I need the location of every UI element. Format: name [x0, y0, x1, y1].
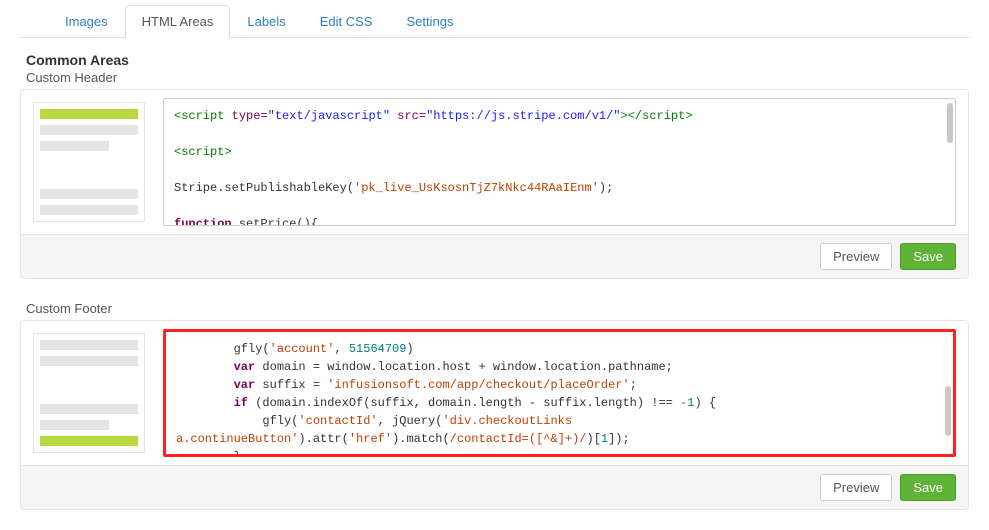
custom-footer-code[interactable]: gfly('account', 51564709) var domain = w…	[163, 329, 956, 457]
preview-button[interactable]: Preview	[820, 243, 892, 270]
save-button[interactable]: Save	[900, 474, 956, 501]
scrollbar[interactable]	[945, 386, 951, 436]
header-thumbnail	[33, 98, 145, 226]
section-title: Common Areas	[20, 52, 969, 68]
footer-thumbnail	[33, 329, 145, 457]
custom-footer-label: Custom Footer	[20, 301, 969, 316]
tab-images[interactable]: Images	[48, 5, 125, 38]
custom-header-label: Custom Header	[20, 70, 969, 85]
custom-header-panel: <script type="text/javascript" src="http…	[20, 89, 969, 279]
preview-button[interactable]: Preview	[820, 474, 892, 501]
custom-header-code[interactable]: <script type="text/javascript" src="http…	[163, 98, 956, 226]
tab-html-areas[interactable]: HTML Areas	[125, 5, 231, 38]
tab-settings[interactable]: Settings	[389, 5, 470, 38]
tab-edit-css[interactable]: Edit CSS	[303, 5, 390, 38]
custom-footer-panel: gfly('account', 51564709) var domain = w…	[20, 320, 969, 510]
tab-bar: Images HTML Areas Labels Edit CSS Settin…	[20, 4, 969, 38]
tab-labels[interactable]: Labels	[230, 5, 302, 38]
save-button[interactable]: Save	[900, 243, 956, 270]
scrollbar[interactable]	[947, 103, 953, 143]
